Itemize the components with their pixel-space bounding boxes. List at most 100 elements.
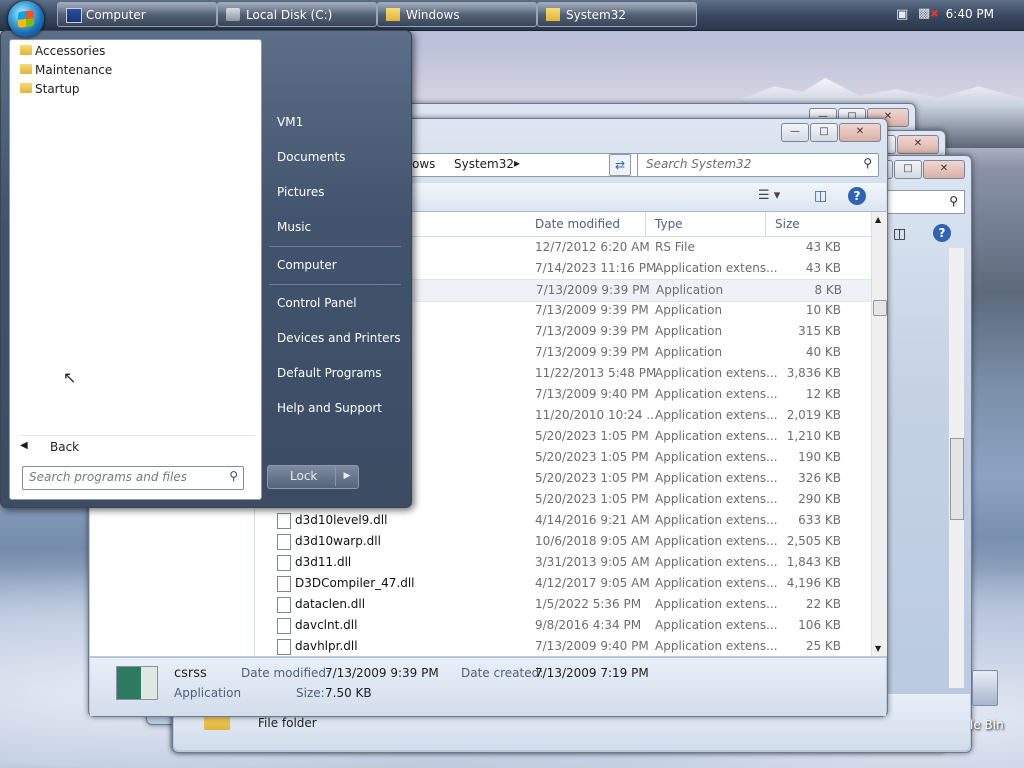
- preview-pane-icon[interactable]: ◫: [893, 226, 906, 242]
- program-label: Maintenance: [35, 63, 113, 77]
- vertical-scrollbar[interactable]: ▲ ▼: [871, 212, 887, 656]
- clock[interactable]: 6:40 PM: [946, 7, 994, 21]
- search-icon[interactable]: ⚲: [863, 156, 872, 170]
- taskbar-button-system32[interactable]: System32: [537, 2, 697, 27]
- network-disconnected-icon[interactable]: ▩✖: [918, 6, 939, 21]
- start-item-pictures[interactable]: Pictures: [277, 185, 325, 199]
- start-search-input[interactable]: Search programs and files ⚲: [22, 466, 244, 490]
- program-folder-accessories[interactable]: Accessories: [16, 42, 105, 61]
- column-type[interactable]: Type: [655, 217, 683, 231]
- row-type: Application: [655, 303, 723, 317]
- row-type: Application extens...: [655, 576, 778, 590]
- chevron-right-icon[interactable]: ▸: [514, 156, 520, 170]
- scroll-thumb[interactable]: [873, 300, 887, 316]
- taskbar-button-label: Local Disk (C:): [246, 8, 333, 22]
- table-row[interactable]: davhlpr.dll 7/13/2009 9:40 PM Application …: [255, 636, 871, 657]
- row-date-modified: 11/20/2010 10:24 ...: [535, 408, 658, 422]
- taskbar: Computer Local Disk (C:) Windows System3…: [0, 0, 1024, 31]
- start-item-music[interactable]: Music: [277, 220, 311, 234]
- row-size: 22 KB: [805, 597, 841, 611]
- search-icon: ⚲: [949, 194, 958, 208]
- start-item-help-support[interactable]: Help and Support: [277, 401, 382, 415]
- view-options-icon[interactable]: ☰ ▾: [758, 188, 780, 203]
- row-date-modified: 1/5/2022 5:36 PM: [535, 597, 642, 611]
- details-kind: Application: [174, 686, 242, 700]
- table-row[interactable]: d3d10warp.dll 10/6/2018 9:05 AM Applicatio…: [255, 531, 871, 552]
- row-size: 190 KB: [798, 450, 841, 464]
- folder-icon: [20, 45, 32, 55]
- folder-icon: [20, 83, 32, 93]
- folder-icon: [386, 8, 400, 21]
- row-type: Application: [655, 345, 723, 359]
- row-size: 25 KB: [805, 639, 841, 653]
- table-row[interactable]: D3DCompiler_47.dll 4/12/2017 9:05 AM Appli…: [255, 573, 871, 594]
- row-type: Application extens...: [655, 429, 778, 443]
- maximize-button[interactable]: □: [810, 123, 838, 142]
- start-item-vm1[interactable]: VM1: [277, 115, 303, 129]
- help-icon[interactable]: ?: [933, 224, 951, 242]
- minimize-button[interactable]: —: [781, 123, 809, 142]
- program-folder-maintenance[interactable]: Maintenance: [16, 61, 112, 80]
- column-date-modified[interactable]: Date modified: [535, 217, 620, 231]
- search-field[interactable]: Search System32 ⚲: [637, 153, 879, 177]
- start-item-control-panel[interactable]: Control Panel: [277, 296, 357, 310]
- help-icon[interactable]: ?: [848, 187, 866, 205]
- row-date-modified: 7/13/2009 9:39 PM: [535, 345, 649, 359]
- background-scrollbar[interactable]: [949, 248, 964, 688]
- search-placeholder: Search System32: [646, 157, 752, 171]
- row-size: 10 KB: [805, 303, 841, 317]
- row-size: 1,210 KB: [786, 429, 841, 443]
- dll-file-icon: [277, 639, 291, 655]
- start-item-computer[interactable]: Computer: [277, 258, 337, 272]
- address-part[interactable]: ows: [412, 157, 435, 171]
- start-item-default-programs[interactable]: Default Programs: [277, 366, 382, 380]
- table-row[interactable]: davclnt.dll 9/8/2016 4:34 PM Application e…: [255, 615, 871, 636]
- taskbar-button-label: Windows: [406, 8, 460, 22]
- close-button[interactable]: ✕: [839, 123, 881, 142]
- taskbar-button-local-disk[interactable]: Local Disk (C:): [217, 2, 377, 27]
- table-row[interactable]: d3d10level9.dll 4/14/2016 9:21 AM Applicat…: [255, 510, 871, 531]
- lock-button[interactable]: Lock ▶: [267, 465, 359, 489]
- row-date-modified: 4/12/2017 9:05 AM: [535, 576, 650, 590]
- column-size[interactable]: Size: [775, 217, 800, 231]
- row-date-modified: 7/13/2009 9:40 PM: [535, 639, 649, 653]
- table-row[interactable]: dataclen.dll 1/5/2022 5:36 PM Application …: [255, 594, 871, 615]
- taskbar-button-computer[interactable]: Computer: [57, 2, 217, 27]
- row-type: Application: [655, 324, 723, 338]
- dll-file-icon: [277, 576, 291, 592]
- refresh-icon[interactable]: ⇄: [609, 154, 631, 176]
- scroll-up-icon[interactable]: ▲: [875, 215, 881, 224]
- row-size: 2,019 KB: [786, 408, 841, 422]
- back-label: Back: [50, 440, 80, 454]
- row-date-modified: 11/22/2013 5:48 PM: [535, 366, 657, 380]
- row-size: 106 KB: [798, 618, 841, 632]
- start-item-documents[interactable]: Documents: [277, 150, 345, 164]
- preview-pane-icon[interactable]: ◫: [814, 188, 827, 204]
- taskbar-button-windows[interactable]: Windows: [377, 2, 537, 27]
- search-icon[interactable]: ⚲: [229, 469, 238, 483]
- row-size: 290 KB: [798, 492, 841, 506]
- scroll-down-icon[interactable]: ▼: [875, 644, 881, 653]
- row-size: 633 KB: [798, 513, 841, 527]
- row-name: davclnt.dll: [295, 618, 358, 632]
- start-button[interactable]: [8, 1, 44, 37]
- table-row[interactable]: d3d11.dll 3/31/2013 9:05 AM Application ex…: [255, 552, 871, 573]
- chevron-right-icon[interactable]: ▶: [335, 466, 358, 486]
- row-size: 43 KB: [805, 261, 841, 275]
- row-name: davhlpr.dll: [295, 639, 358, 653]
- start-item-devices-printers[interactable]: Devices and Printers: [277, 331, 401, 345]
- row-size: 40 KB: [805, 345, 841, 359]
- row-date-modified: 7/13/2009 9:39 PM: [535, 303, 649, 317]
- recycle-bin-icon[interactable]: [972, 670, 998, 706]
- recycle-bin-label[interactable]: le Bin: [970, 718, 1004, 732]
- back-button[interactable]: ◀ Back: [20, 435, 255, 458]
- program-folder-startup[interactable]: Startup: [16, 80, 80, 99]
- action-center-icon[interactable]: ▣: [896, 7, 908, 22]
- chevron-left-icon: ◀: [20, 440, 28, 451]
- row-date-modified: 12/7/2012 6:20 AM: [535, 240, 650, 254]
- row-size: 8 KB: [814, 283, 842, 297]
- address-part-system32[interactable]: System32: [454, 157, 514, 171]
- row-type: Application extens...: [655, 618, 778, 632]
- dll-file-icon: [277, 534, 291, 550]
- row-date-modified: 5/20/2023 1:05 PM: [535, 471, 649, 485]
